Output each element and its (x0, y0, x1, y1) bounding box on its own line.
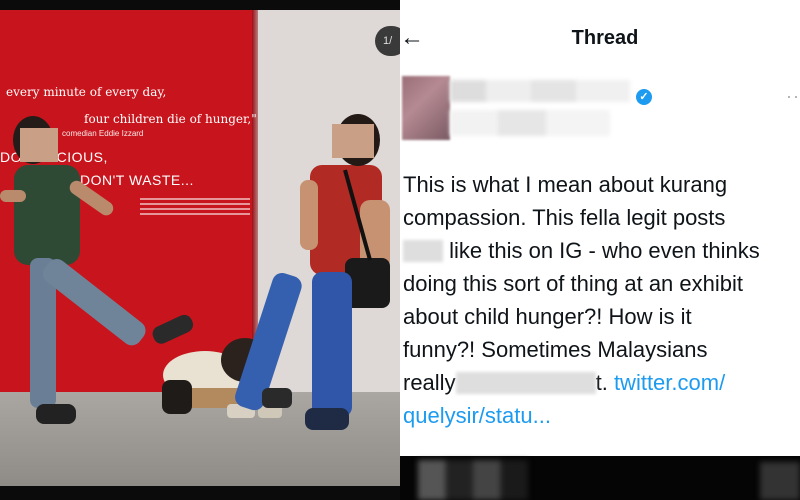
twitter-thread-panel: ← Thread ✓ ·· This is what I mean about … (400, 0, 800, 500)
verified-badge-icon: ✓ (636, 89, 652, 105)
tweet-line-text: t. (595, 370, 608, 395)
tweet-line: like this on IG - who even thinks (403, 234, 800, 267)
photo-bottom-border (0, 486, 400, 500)
tweet-line-text: like this on IG - who even thinks (449, 238, 760, 263)
tweet-line: funny?! Sometimes Malaysians (403, 337, 708, 362)
tweet-line: This is what I mean about kurang (403, 172, 728, 197)
more-options-icon[interactable]: ·· (786, 86, 800, 107)
redacted-word (455, 371, 596, 394)
blurred-display-name[interactable] (450, 80, 630, 102)
blurred-reply-action[interactable] (760, 462, 800, 500)
tweet-link[interactable]: quelysir/statu... (403, 399, 800, 432)
people-illustration (0, 114, 390, 430)
redacted-word (403, 239, 443, 262)
tweet-line: about child hunger?! How is it (403, 304, 692, 329)
tweet-line-text: really (403, 370, 456, 395)
man-red-shirt (235, 114, 390, 430)
image-counter: 1/ (375, 26, 400, 56)
blurred-reply-avatar[interactable] (418, 460, 528, 500)
page-title: Thread (571, 27, 639, 49)
avatar[interactable] (402, 76, 450, 140)
tweet-line: doing this sort of thing at an exhibit (403, 271, 743, 296)
exhibit-photo[interactable]: every minute of every day, four children… (0, 0, 400, 500)
tweet-text: This is what I mean about kurang compass… (403, 168, 800, 432)
blurred-username[interactable] (450, 110, 610, 136)
tweet-line: really t. twitter.com/ (403, 366, 800, 399)
tweet-link[interactable]: twitter.com/ (614, 370, 725, 395)
tweet-line: compassion. This fella legit posts (403, 205, 726, 230)
